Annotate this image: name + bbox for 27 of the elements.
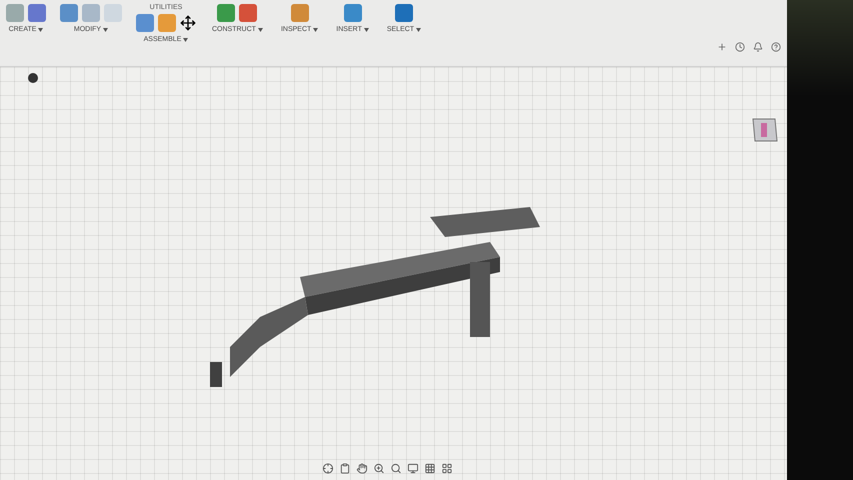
caret-icon: [313, 28, 318, 32]
move-icon[interactable]: [180, 15, 196, 31]
nav-tool-button[interactable]: [322, 463, 333, 474]
help-icon[interactable]: [771, 42, 781, 52]
caret-icon: [103, 28, 108, 32]
caret-icon: [416, 28, 422, 32]
caret-icon: [364, 28, 369, 32]
nav-tool-button[interactable]: [373, 463, 384, 474]
tool-icon[interactable]: [290, 4, 309, 22]
nav-tool-button[interactable]: [390, 463, 401, 474]
caret-icon: [38, 28, 44, 32]
tool-icon[interactable]: [394, 4, 413, 22]
tool-icon[interactable]: [28, 4, 46, 22]
caret-icon: [258, 28, 263, 32]
tool-icon[interactable]: [239, 4, 258, 22]
nav-tool-button[interactable]: [356, 463, 367, 474]
browser-toggle[interactable]: [28, 73, 38, 83]
add-icon[interactable]: [717, 42, 727, 52]
tool-icon[interactable]: [344, 4, 362, 22]
nav-tool-button[interactable]: [424, 463, 435, 474]
clock-icon[interactable]: [735, 42, 745, 52]
caret-icon: [183, 38, 188, 42]
nav-tool-button[interactable]: [407, 463, 418, 474]
tool-icon[interactable]: [217, 4, 236, 22]
nav-tool-button[interactable]: [339, 463, 350, 474]
nav-tool-button[interactable]: [441, 463, 452, 474]
bell-icon[interactable]: [753, 42, 763, 52]
